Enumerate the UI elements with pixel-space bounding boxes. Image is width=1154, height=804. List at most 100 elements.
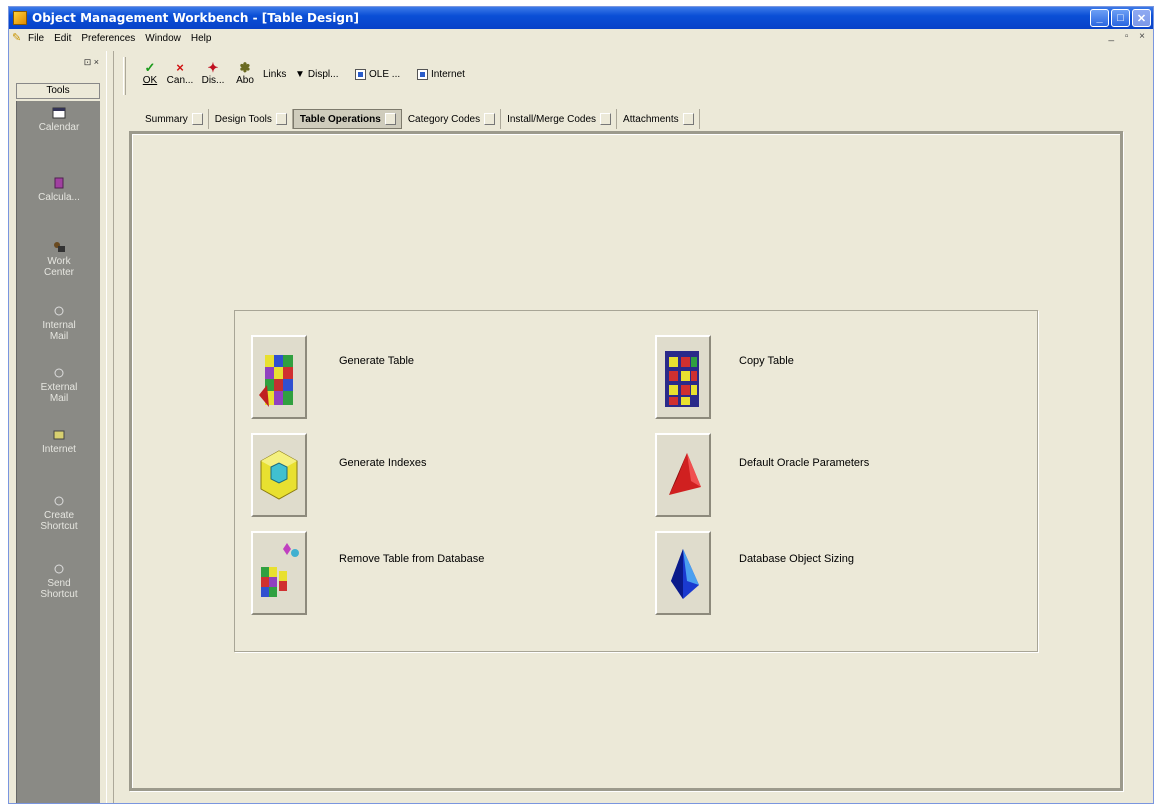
menu-window[interactable]: Window — [145, 33, 181, 44]
app-icon — [13, 11, 27, 25]
table-operations-panel: Generate Table Generate Indexes Remove T… — [234, 310, 1038, 652]
tab-label: Install/Merge Codes — [507, 113, 597, 125]
display-button[interactable]: ✦ Dis... — [199, 61, 227, 87]
menu-file[interactable]: File — [28, 33, 44, 44]
tool-work-center[interactable]: Work Center — [17, 241, 101, 278]
tool-internet[interactable]: Internet — [17, 429, 101, 455]
tool-label: External Mail — [40, 382, 78, 404]
generate-indexes-button[interactable] — [251, 433, 307, 517]
tab-checkbox-icon — [384, 113, 396, 125]
menu-edit[interactable]: Edit — [54, 33, 71, 44]
mail-icon — [54, 306, 64, 316]
tab-category-codes[interactable]: Category Codes — [402, 109, 502, 129]
cancel-button[interactable]: × Can... — [165, 60, 195, 87]
calculator-icon — [54, 177, 64, 189]
copy-table-label[interactable]: Copy Table — [739, 355, 794, 367]
pyramid-blue-icon — [671, 549, 699, 599]
menu-help[interactable]: Help — [191, 33, 212, 44]
tab-strip: Summary Design Tools Table Operations Ca… — [139, 109, 700, 129]
tab-label: Category Codes — [407, 113, 481, 125]
check-icon: ✓ — [144, 60, 156, 75]
x-icon: × — [176, 60, 184, 75]
tool-calendar[interactable]: Calendar — [17, 107, 101, 133]
document-icon[interactable]: ✎ — [12, 32, 22, 44]
tools-list: Calendar Calcula... Work Center Internal… — [16, 101, 100, 803]
shortcut-icon — [54, 496, 64, 506]
ok-button[interactable]: ✓ OK — [137, 60, 163, 87]
tool-send-shortcut[interactable]: Send Shortcut — [17, 563, 101, 600]
internet-label: Internet — [431, 69, 465, 80]
display-menu-label: Displ... — [307, 69, 339, 80]
dropdown-arrow-icon: ▼ — [295, 69, 305, 80]
default-oracle-parameters-label[interactable]: Default Oracle Parameters — [739, 457, 869, 469]
menu-bar: ✎ File Edit Preferences Window Help _ ▫ … — [9, 29, 1153, 47]
window-title: Object Management Workbench - [Table Des… — [32, 11, 360, 25]
tab-label: Table Operations — [299, 113, 381, 125]
tab-checkbox-icon — [682, 113, 694, 125]
tool-internal-mail[interactable]: Internal Mail — [17, 305, 101, 342]
tool-label: Calcula... — [38, 192, 80, 203]
pane-controls[interactable]: ⊡ × — [84, 57, 99, 68]
tab-attachments[interactable]: Attachments — [617, 109, 700, 129]
tab-label: Design Tools — [214, 113, 272, 125]
remove-table-label[interactable]: Remove Table from Database — [339, 553, 484, 565]
tool-create-shortcut[interactable]: Create Shortcut — [17, 495, 101, 532]
tab-label: Attachments — [623, 113, 679, 125]
copy-table-icon — [665, 351, 699, 407]
tool-calculator[interactable]: Calcula... — [17, 177, 101, 203]
generate-indexes-label[interactable]: Generate Indexes — [339, 457, 426, 469]
generate-table-label[interactable]: Generate Table — [339, 355, 414, 367]
database-object-sizing-button[interactable] — [655, 531, 711, 615]
tab-table-operations[interactable]: Table Operations — [292, 109, 402, 129]
tab-checkbox-icon — [191, 113, 203, 125]
tools-pane: ⊡ × Tools Calendar Calcula... Work Cente… — [9, 51, 103, 803]
generate-table-button[interactable] — [251, 335, 307, 419]
default-oracle-parameters-button[interactable] — [655, 433, 711, 517]
tab-design-tools[interactable]: Design Tools — [209, 109, 293, 129]
mdi-window-controls[interactable]: _ ▫ × — [1108, 31, 1149, 42]
title-bar[interactable]: Object Management Workbench - [Table Des… — [9, 7, 1153, 29]
toolbar-grip[interactable] — [123, 57, 126, 95]
maximize-button[interactable]: □ — [1111, 9, 1130, 27]
tool-label: Send Shortcut — [40, 578, 78, 600]
generate-table-icon — [259, 355, 293, 407]
tab-summary[interactable]: Summary — [139, 109, 209, 129]
remove-table-button[interactable] — [251, 531, 307, 615]
app-window: Object Management Workbench - [Table Des… — [8, 6, 1154, 804]
tools-header[interactable]: Tools — [16, 83, 100, 99]
tool-label: Calendar — [38, 122, 80, 133]
internet-button[interactable]: Internet — [417, 69, 465, 80]
generate-indexes-icon — [260, 450, 298, 500]
tab-checkbox-icon — [484, 113, 496, 125]
abo-icon: ✽ — [239, 60, 251, 75]
ole-icon — [355, 69, 366, 80]
send-icon — [54, 564, 64, 574]
tool-external-mail[interactable]: External Mail — [17, 367, 101, 404]
ole-button[interactable]: OLE ... — [355, 69, 400, 80]
display-menu[interactable]: ▼ Displ... — [295, 69, 338, 80]
pane-splitter[interactable] — [106, 51, 114, 803]
pyramid-red-icon — [669, 453, 701, 495]
main-panel: Generate Table Generate Indexes Remove T… — [129, 131, 1123, 791]
tool-label: Internet — [42, 444, 76, 455]
database-object-sizing-label[interactable]: Database Object Sizing — [739, 553, 854, 565]
toolbar: ✓ OK × Can... ✦ Dis... ✽ Abo Links ▼ Dis… — [119, 55, 1153, 99]
abo-button[interactable]: ✽ Abo — [231, 60, 259, 87]
remove-table-icon — [261, 543, 299, 597]
work-center-icon — [54, 242, 65, 252]
minimize-button[interactable]: _ — [1090, 9, 1109, 27]
calendar-icon — [52, 107, 66, 119]
tab-install-merge-codes[interactable]: Install/Merge Codes — [501, 109, 618, 129]
links-label: Links — [263, 69, 287, 80]
internet-icon — [417, 69, 428, 80]
mail-icon — [54, 368, 64, 378]
links-menu[interactable]: Links — [263, 69, 286, 80]
close-button[interactable]: ✕ — [1132, 9, 1151, 27]
ole-label: OLE ... — [369, 69, 401, 80]
ok-label: OK — [142, 75, 158, 86]
menu-preferences[interactable]: Preferences — [81, 33, 135, 44]
tab-checkbox-icon — [600, 113, 612, 125]
abo-label: Abo — [236, 75, 254, 86]
tool-label: Create Shortcut — [40, 510, 78, 532]
copy-table-button[interactable] — [655, 335, 711, 419]
